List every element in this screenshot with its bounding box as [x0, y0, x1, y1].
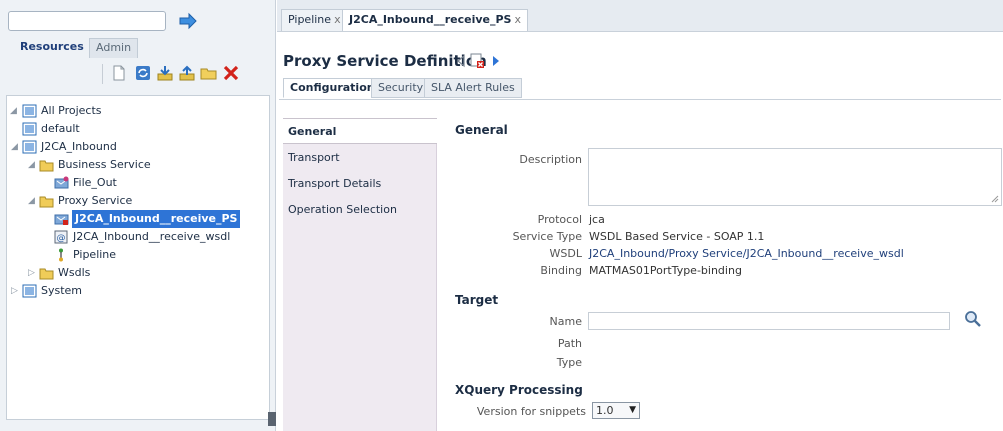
tab-resources[interactable]: Resources [14, 38, 90, 58]
new-doc-icon[interactable] [110, 64, 128, 82]
export-icon[interactable] [178, 64, 196, 82]
service-type-label: Service Type [512, 230, 582, 243]
protocol-value: jca [589, 213, 605, 226]
folder-icon [39, 158, 54, 172]
wsdl-link[interactable]: J2CA_Inbound/Proxy Service/J2CA_Inbound_… [589, 247, 904, 260]
tab-sla-alert-rules[interactable]: SLA Alert Rules [424, 78, 522, 98]
delete-icon[interactable] [222, 64, 240, 82]
section-xquery-heading: XQuery Processing [455, 383, 583, 397]
tree-item-label: File_Out [73, 176, 117, 189]
next-arrow-icon[interactable] [489, 53, 503, 69]
document-tabs: Pipeline x J2CA_Inbound__receive_PS x [277, 0, 1003, 32]
section-target-heading: Target [455, 293, 499, 307]
collapse-arrow-icon[interactable]: ◢ [10, 102, 20, 120]
config-side-nav: General Transport Transport Details Oper… [283, 118, 437, 431]
svg-text:@: @ [57, 234, 66, 244]
tree-item-label: Business Service [58, 158, 151, 171]
expand-arrow-icon[interactable]: ▷ [11, 282, 21, 300]
collapse-arrow-icon[interactable]: ◢ [28, 192, 38, 210]
business-service-icon [54, 176, 69, 190]
wsdl-icon: @ [54, 230, 69, 244]
splitter-handle[interactable] [268, 412, 276, 426]
protocol-label: Protocol [537, 213, 582, 226]
binding-label: Binding [540, 264, 582, 277]
path-label: Path [557, 337, 582, 350]
refresh-icon[interactable] [134, 64, 152, 82]
folder-icon [39, 266, 54, 280]
version-value: 1.0 [596, 404, 614, 417]
target-name-input[interactable] [588, 312, 950, 330]
description-field[interactable] [588, 148, 1002, 206]
service-type-value: WSDL Based Service - SOAP 1.1 [589, 230, 765, 243]
nav-general[interactable]: General [283, 118, 437, 144]
nav-operation-selection[interactable]: Operation Selection [283, 197, 437, 223]
tree-item-label: J2CA_Inbound__receive_PS [72, 210, 241, 228]
tree-item-label: J2CA_Inbound [41, 140, 117, 153]
tree-item-label: All Projects [41, 104, 102, 117]
doc-tab-proxy-service[interactable]: J2CA_Inbound__receive_PS x [342, 9, 528, 31]
section-general-heading: General [455, 123, 508, 137]
editor-pane: Pipeline x J2CA_Inbound__receive_PS x Prox… [277, 0, 1003, 431]
project-tree: ◢ All Projects default ◢ J2CA_Inbound ◢ … [6, 95, 270, 420]
toolbar-divider [102, 64, 103, 84]
collapse-arrow-icon[interactable]: ◢ [28, 156, 38, 174]
delete-service-icon[interactable] [469, 53, 485, 69]
tree-item-label: Pipeline [73, 248, 117, 261]
collapse-arrow-icon[interactable]: ◢ [11, 138, 21, 156]
tab-security[interactable]: Security [371, 78, 431, 98]
general-form: General Description Protocol jca Service… [449, 100, 1002, 431]
expand-arrow-icon[interactable]: ▷ [28, 264, 38, 282]
search-icon[interactable] [963, 309, 983, 329]
tree-item-label: Proxy Service [58, 194, 133, 207]
doc-tab-label: J2CA_Inbound__receive_PS [349, 13, 512, 26]
import-icon[interactable] [156, 64, 174, 82]
doc-tab-label: Pipeline [288, 13, 332, 26]
proxy-service-icon [54, 212, 69, 226]
project-icon [22, 140, 37, 154]
tree-item-label: System [41, 284, 83, 297]
close-icon[interactable]: x [334, 13, 341, 26]
wsdl-label: WSDL [549, 247, 582, 260]
name-label: Name [549, 315, 582, 328]
description-label: Description [519, 153, 582, 166]
resources-panel: Resources Admin ◢ All Projects default ◢… [0, 0, 276, 431]
type-label: Type [556, 356, 582, 369]
resource-toolbar [6, 60, 272, 90]
search-go-icon[interactable] [178, 12, 198, 30]
previous-arrow-icon[interactable] [454, 53, 468, 69]
resource-search-input[interactable] [8, 11, 166, 31]
open-folder-icon[interactable] [200, 64, 218, 82]
nav-transport[interactable]: Transport [283, 145, 437, 171]
nav-transport-details[interactable]: Transport Details [283, 171, 437, 197]
tab-configuration[interactable]: Configuration [283, 78, 382, 98]
close-icon[interactable]: x [514, 13, 521, 26]
version-select[interactable]: 1.0 ▼ [592, 402, 640, 419]
configuration-panel: General Transport Transport Details Oper… [279, 99, 1002, 431]
project-icon [22, 284, 37, 298]
tree-item-label: Wsdls [58, 266, 91, 279]
pipeline-icon [54, 248, 69, 262]
folder-icon [39, 194, 54, 208]
project-icon [22, 122, 37, 136]
binding-value: MATMAS01PortType-binding [589, 264, 742, 277]
resize-grip-icon[interactable] [991, 195, 999, 203]
tree-item-label: J2CA_Inbound__receive_wsdl [73, 230, 231, 243]
projects-icon [22, 104, 37, 118]
tab-admin[interactable]: Admin [89, 38, 139, 58]
version-label: Version for snippets [476, 405, 586, 418]
doc-tab-pipeline[interactable]: Pipeline x [281, 9, 348, 31]
chevron-down-icon: ▼ [629, 405, 636, 415]
tree-item-label: default [41, 122, 80, 135]
